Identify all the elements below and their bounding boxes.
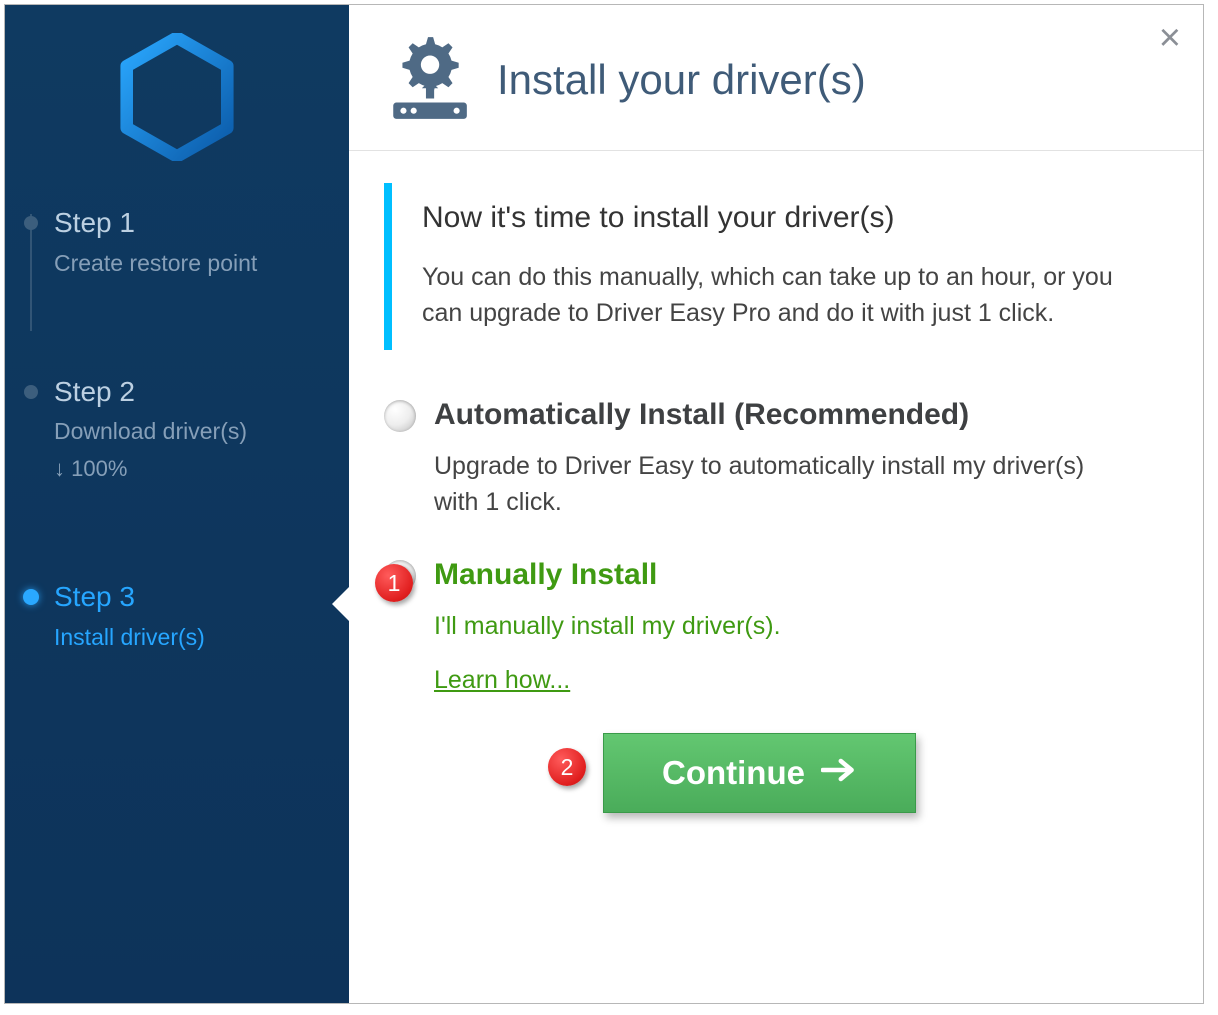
page-title: Install your driver(s) — [497, 56, 866, 104]
step-title: Step 3 — [54, 580, 349, 614]
callout-text: You can do this manually, which can take… — [422, 259, 1125, 332]
radio-icon[interactable] — [384, 400, 416, 432]
app-logo — [5, 5, 349, 206]
continue-button[interactable]: Continue — [603, 733, 916, 813]
step-subtitle: Create restore point — [54, 250, 349, 277]
installer-window: × 1 2 — [4, 4, 1204, 1004]
step-subtitle: Download driver(s) — [54, 418, 349, 445]
step-dot-icon — [24, 385, 38, 399]
continue-label: Continue — [662, 754, 805, 792]
option-body: Automatically Install (Recommended) Upgr… — [434, 398, 1135, 521]
sidebar-step-1: Step 1 Create restore point — [24, 206, 349, 277]
active-step-pointer-icon — [332, 586, 350, 622]
callout-title: Now it's time to install your driver(s) — [422, 201, 1125, 235]
step-progress: ↓ 100% — [54, 455, 349, 482]
option-body: Manually Install I'll manually install m… — [434, 558, 1135, 695]
option-description: Upgrade to Driver Easy to automatically … — [434, 448, 1135, 521]
step-dot-icon — [24, 216, 38, 230]
option-automatic-install[interactable]: Automatically Install (Recommended) Upgr… — [384, 398, 1135, 521]
step-list: Step 1 Create restore point Step 2 Downl… — [5, 206, 349, 651]
hexagon-logo-icon — [118, 33, 236, 166]
option-manual-install[interactable]: Manually Install I'll manually install m… — [384, 558, 1135, 695]
main-header: Install your driver(s) — [349, 5, 1203, 151]
install-gear-icon — [387, 31, 469, 128]
intro-callout: Now it's time to install your driver(s) … — [384, 183, 1135, 350]
step-title: Step 1 — [54, 206, 349, 240]
option-title: Automatically Install (Recommended) — [434, 398, 1135, 432]
main-panel: Install your driver(s) Now it's time to … — [349, 5, 1203, 1003]
continue-wrap: Continue — [384, 733, 1135, 813]
step-dot-icon — [23, 589, 39, 605]
learn-how-link[interactable]: Learn how... — [434, 666, 570, 695]
content-area: Now it's time to install your driver(s) … — [349, 151, 1203, 813]
option-description: I'll manually install my driver(s). — [434, 608, 1135, 644]
sidebar-step-3: Step 3 Install driver(s) — [24, 580, 349, 651]
arrow-right-icon — [821, 754, 857, 792]
step-subtitle: Install driver(s) — [54, 624, 349, 651]
annotation-badge-2: 2 — [548, 748, 586, 786]
down-arrow-icon: ↓ 100% — [54, 456, 127, 481]
step-title: Step 2 — [54, 375, 349, 409]
sidebar: Step 1 Create restore point Step 2 Downl… — [5, 5, 349, 1003]
sidebar-step-2: Step 2 Download driver(s) ↓ 100% — [24, 375, 349, 483]
annotation-badge-1: 1 — [375, 564, 413, 602]
close-icon[interactable]: × — [1159, 19, 1181, 57]
option-title: Manually Install — [434, 558, 1135, 592]
